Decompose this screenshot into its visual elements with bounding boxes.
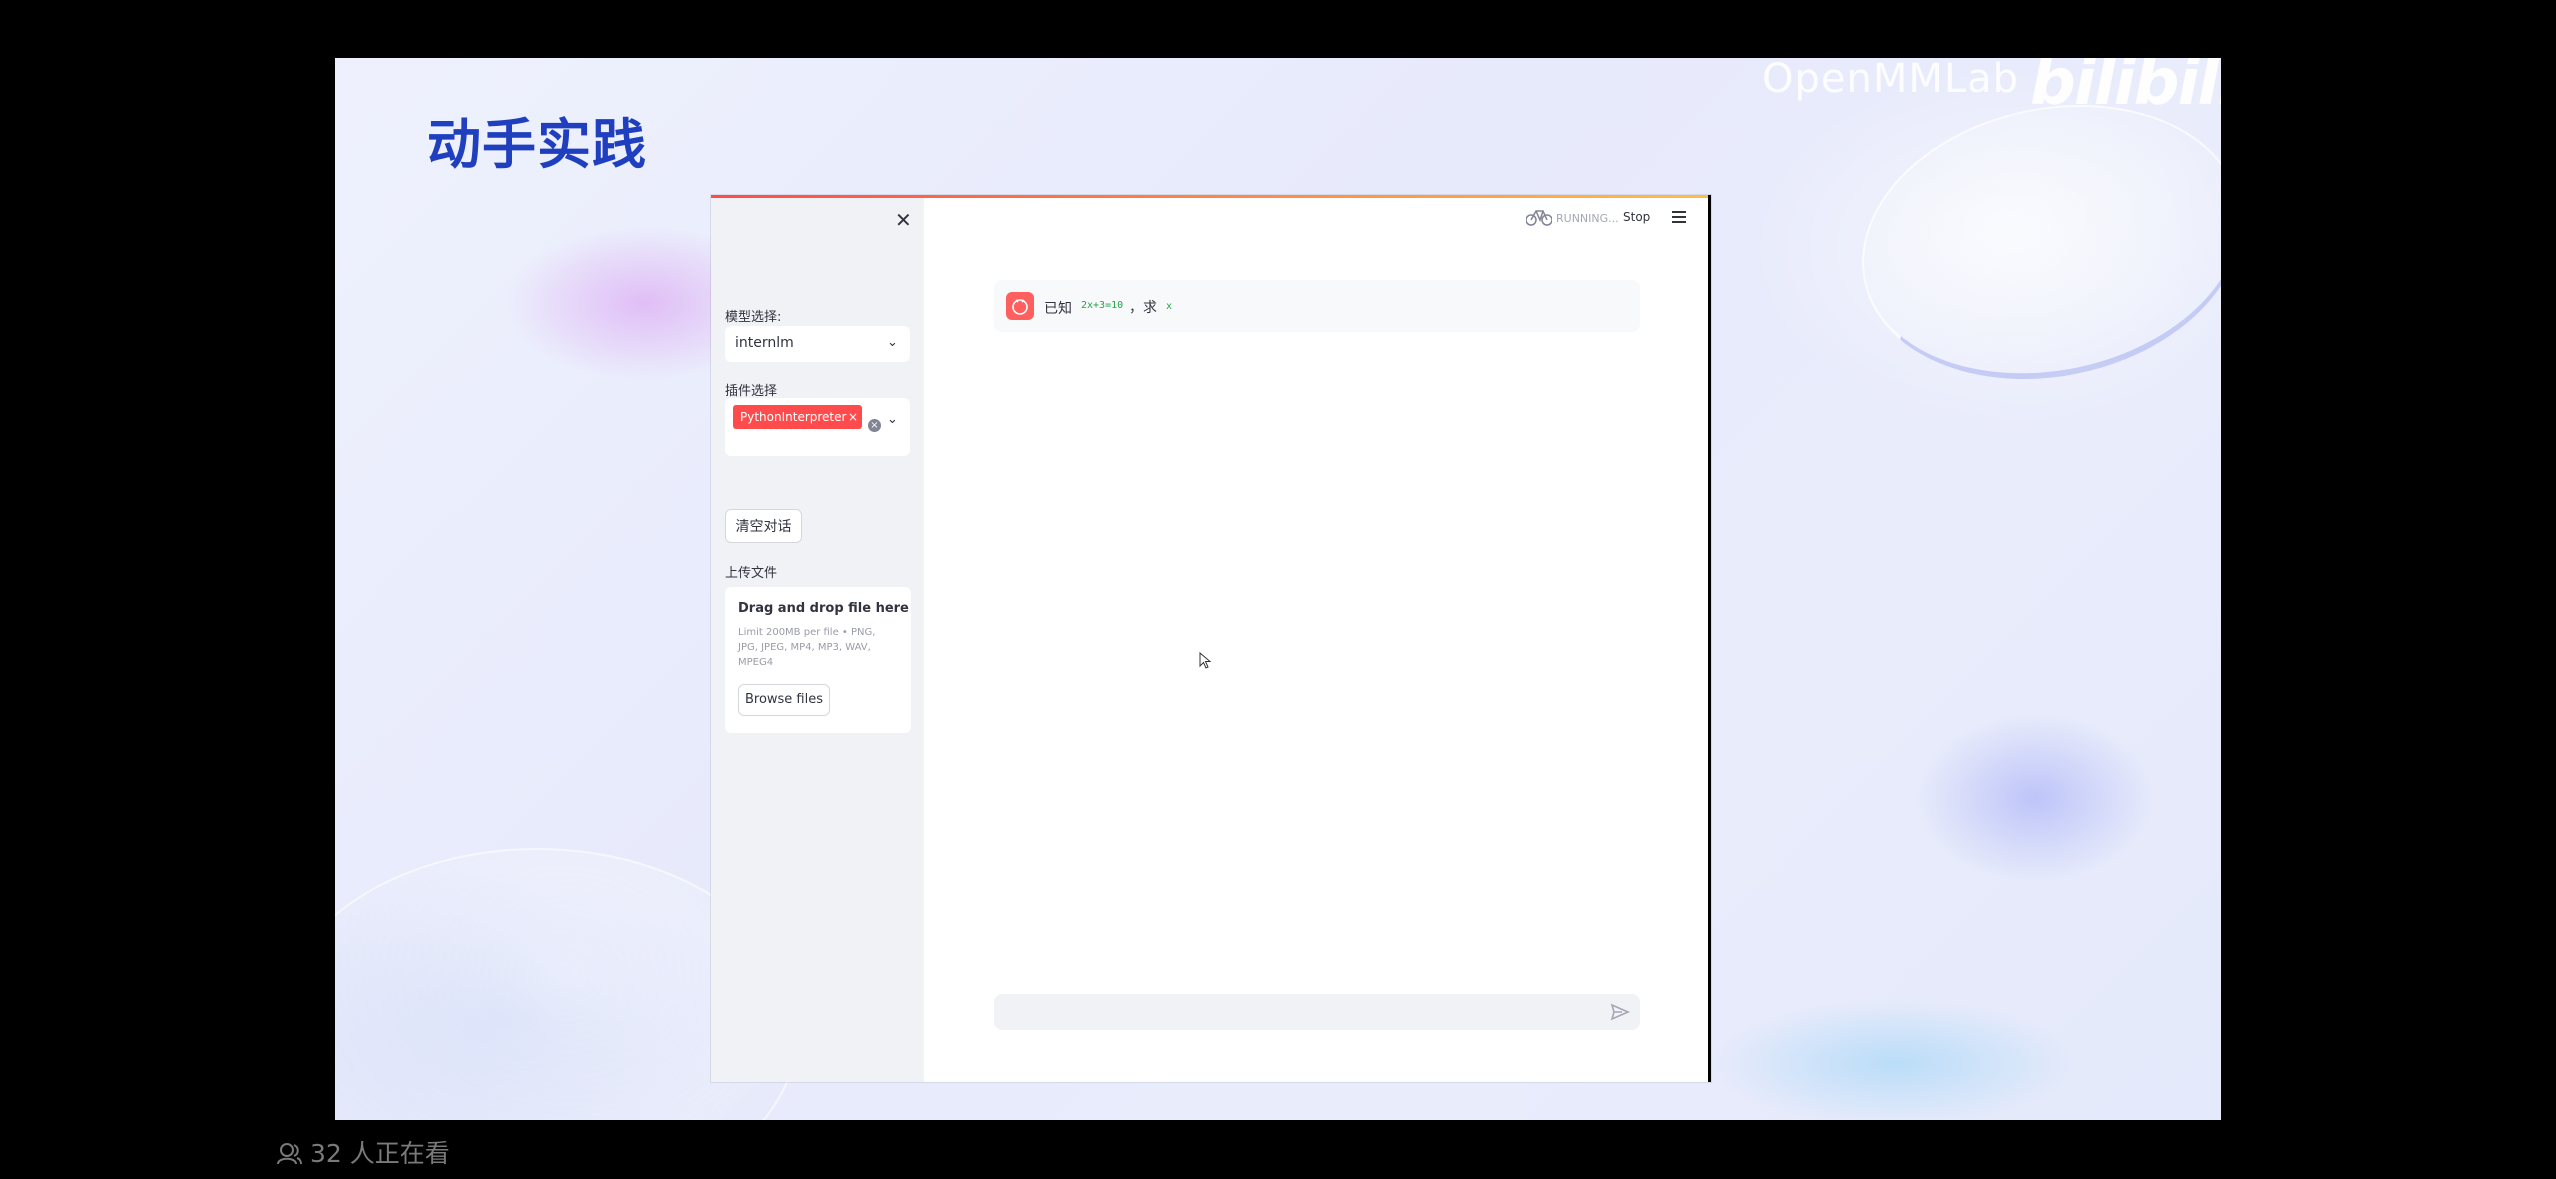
presentation-slide: 动手实践 OpenMMLab bilibili ✕ 模型选择: internlm…	[335, 58, 2221, 1120]
clear-chat-button[interactable]: 清空对话	[725, 509, 802, 543]
clear-all-icon[interactable]: ×	[868, 419, 881, 432]
close-sidebar-icon[interactable]: ✕	[895, 208, 912, 232]
stop-button[interactable]: Stop	[1623, 210, 1650, 224]
bilibili-logo: bilibili	[2030, 58, 2221, 120]
viewer-count-text: 32 人正在看	[310, 1139, 450, 1168]
dropzone-title: Drag and drop file here	[738, 601, 909, 616]
message-text-prefix: 已知	[1044, 301, 1072, 317]
slide-title: 动手实践	[427, 113, 647, 176]
hamburger-menu-icon[interactable]	[1672, 211, 1686, 223]
model-select-value: internlm	[735, 335, 794, 351]
chat-message: 已知 2x+3=10 ，求 x	[994, 280, 1640, 332]
viewers-icon	[277, 1143, 302, 1165]
user-face-icon	[1012, 299, 1028, 315]
plugin-multiselect[interactable]: PythonInterpreter × × ⌄	[725, 398, 910, 456]
model-select-label: 模型选择:	[725, 310, 782, 325]
main-area: RUNNING... Stop 已知 2x+3=10 ，求 x	[924, 198, 1708, 1082]
running-status: RUNNING...	[1556, 212, 1619, 225]
message-code-variable: x	[1166, 301, 1173, 312]
file-dropzone[interactable]: Drag and drop file here Limit 200MB per …	[725, 587, 911, 733]
upload-label: 上传文件	[725, 566, 778, 581]
model-select[interactable]: internlm ⌄	[725, 326, 910, 362]
message-text-mid: ，求	[1129, 300, 1157, 316]
chevron-down-icon: ⌄	[887, 412, 898, 427]
plugin-tag[interactable]: PythonInterpreter ×	[733, 405, 862, 429]
window-edge	[1708, 195, 1711, 1082]
chat-input[interactable]	[994, 994, 1640, 1030]
message-code-equation: 2x+3=10	[1081, 300, 1124, 311]
decorative-bubble	[1836, 71, 2221, 413]
dropzone-hint: Limit 200MB per file • PNG, JPG, JPEG, M…	[738, 627, 876, 668]
chevron-down-icon: ⌄	[887, 335, 898, 350]
sidebar: ✕ 模型选择: internlm ⌄ 插件选择 PythonInterprete…	[711, 198, 924, 1082]
openmmlab-watermark: OpenMMLab	[1762, 58, 2020, 102]
plugin-tag-label: PythonInterpreter	[740, 410, 847, 424]
send-icon[interactable]	[1610, 1002, 1630, 1022]
plugin-select-label: 插件选择	[725, 384, 778, 399]
viewer-count: 32 人正在看	[276, 1134, 450, 1170]
streamlit-app-window: ✕ 模型选择: internlm ⌄ 插件选择 PythonInterprete…	[711, 195, 1711, 1082]
mouse-cursor-icon	[1199, 652, 1212, 669]
browse-files-button[interactable]: Browse files	[738, 684, 830, 716]
bicycle-icon	[1526, 210, 1552, 226]
remove-tag-icon[interactable]: ×	[848, 405, 858, 429]
user-avatar	[1006, 292, 1034, 320]
